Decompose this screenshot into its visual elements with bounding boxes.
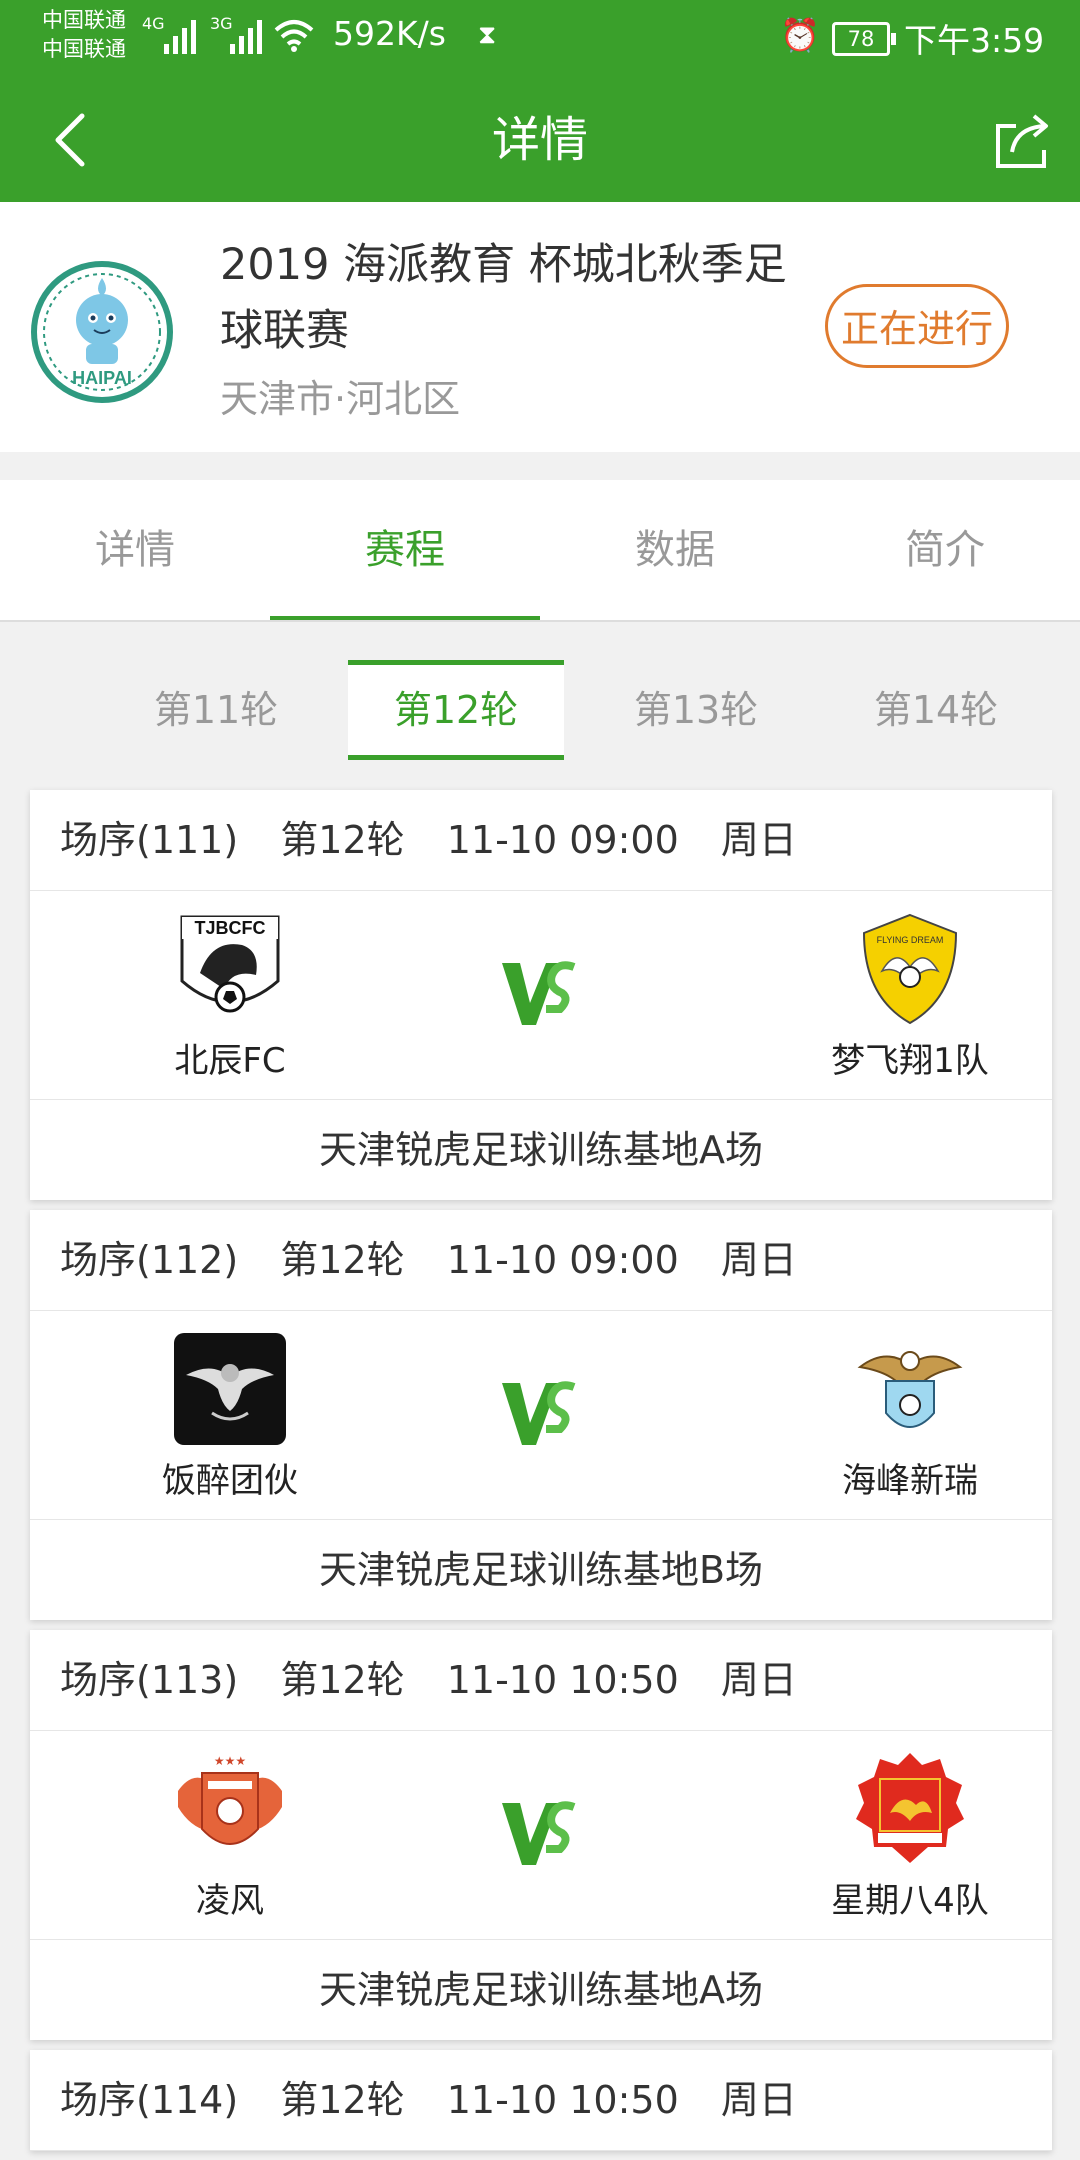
svg-text:★★★: ★★★ — [214, 1754, 246, 1768]
network-type-1: 4G — [142, 14, 165, 33]
carrier-labels: 中国联通 中国联通 — [42, 6, 126, 64]
home-team[interactable]: 饭醉团伙 — [80, 1331, 380, 1502]
team-logo — [857, 1351, 963, 1428]
page-title: 详情 — [491, 112, 588, 168]
carrier-2: 中国联通 — [42, 37, 126, 61]
home-team[interactable]: TJBCFC 北辰FC — [80, 911, 380, 1082]
team-logo — [174, 1333, 286, 1445]
round-tab-12[interactable]: 第12轮 — [348, 660, 564, 760]
tab-intro[interactable]: 简介 — [810, 480, 1080, 620]
league-logo: HAIPAI — [31, 261, 173, 403]
match-round: 第12轮 — [280, 1238, 405, 1282]
away-team[interactable]: 海峰新瑞 — [760, 1331, 1060, 1502]
match-weekday: 周日 — [720, 818, 797, 862]
match-weekday: 周日 — [720, 2078, 797, 2122]
round-tab-13[interactable]: 第13轮 — [588, 660, 804, 760]
match-teams: TJBCFC 北辰FC FLYING DREAM 梦飞翔1队 — [30, 891, 1052, 1100]
wifi-icon — [274, 20, 314, 52]
svg-text:TJBCFC: TJBCFC — [195, 918, 266, 938]
match-round: 第12轮 — [280, 818, 405, 862]
vs-icon — [502, 1801, 576, 1865]
away-team[interactable]: FLYING DREAM 梦飞翔1队 — [760, 911, 1060, 1082]
clock: 下午3:59 — [904, 21, 1045, 60]
match-time: 11-10 09:00 — [446, 1238, 679, 1282]
team-logo: ★★★ — [178, 1754, 282, 1845]
main-tabs: 详情 赛程 数据 简介 — [0, 480, 1080, 622]
home-team-name: 北辰FC — [174, 1041, 286, 1081]
round-tab-11[interactable]: 第11轮 — [108, 660, 324, 760]
league-name: 2019 海派教育 杯城北秋季足球联赛 — [220, 240, 787, 356]
match-card[interactable]: 场序(112) 第12轮 11-10 09:00 周日 饭醉团伙 海峰新瑞 天津… — [30, 1210, 1052, 1620]
home-team[interactable]: ★★★ 凌风 — [80, 1751, 380, 1922]
match-venue: 天津锐虎足球训练基地B场 — [318, 1548, 764, 1592]
round-tab-14[interactable]: 第14轮 — [828, 660, 1044, 760]
match-header: 场序(113) 第12轮 11-10 10:50 周日 — [30, 1630, 1052, 1731]
away-team[interactable]: 星期八4队 — [760, 1751, 1060, 1922]
match-weekday: 周日 — [720, 1658, 797, 1702]
match-order: 场序(111) — [60, 818, 239, 862]
home-team-name: 凌风 — [196, 1881, 264, 1921]
home-team-name: 饭醉团伙 — [162, 1461, 298, 1501]
match-time: 11-10 10:50 — [446, 2078, 679, 2122]
away-team-name: 梦飞翔1队 — [831, 1041, 989, 1081]
hourglass-icon: ⧗ — [478, 20, 497, 50]
away-team-name: 海峰新瑞 — [842, 1461, 978, 1501]
away-team-name: 星期八4队 — [831, 1881, 989, 1921]
match-venue: 天津锐虎足球训练基地A场 — [319, 1968, 763, 2012]
match-header: 场序(111) 第12轮 11-10 09:00 周日 — [30, 790, 1052, 891]
match-header: 场序(114) 第12轮 11-10 10:50 周日 — [30, 2050, 1052, 2151]
carrier-1: 中国联通 — [42, 8, 126, 32]
round-tabs: 轮 第11轮 第12轮 第13轮 第14轮 — [0, 660, 1080, 760]
signal-icon-2 — [230, 16, 262, 54]
status-button[interactable]: 正在进行 — [825, 284, 1009, 368]
status-bar: 中国联通 中国联通 4G 3G 592K/s ⧗ ⏰ 78 下午3:59 — [0, 0, 1080, 78]
tab-details[interactable]: 详情 — [0, 480, 270, 620]
match-header: 场序(112) 第12轮 11-10 09:00 周日 — [30, 1210, 1052, 1311]
match-teams: 饭醉团伙 海峰新瑞 — [30, 1311, 1052, 1520]
league-location: 天津市·河北区 — [220, 377, 461, 421]
match-card[interactable]: 场序(113) 第12轮 11-10 10:50 周日 ★★★ 凌风 星期八4队… — [30, 1630, 1052, 2040]
match-round: 第12轮 — [280, 2078, 405, 2122]
battery-icon: 78 — [832, 22, 896, 56]
match-venue: 天津锐虎足球训练基地A场 — [319, 1128, 763, 1172]
match-card[interactable]: 场序(114) 第12轮 11-10 10:50 周日 — [30, 2050, 1052, 2151]
match-teams: ★★★ 凌风 星期八4队 — [30, 1731, 1052, 1940]
round-tab-10[interactable]: 轮 — [0, 660, 16, 760]
vs-icon — [502, 961, 576, 1025]
vs-icon — [502, 1381, 576, 1445]
battery-level: 78 — [847, 27, 875, 51]
svg-text:FLYING DREAM: FLYING DREAM — [877, 935, 944, 945]
signal-icon — [164, 16, 196, 54]
match-order: 场序(114) — [60, 2078, 239, 2122]
match-order: 场序(112) — [60, 1238, 239, 1282]
team-logo: TJBCFC — [180, 915, 280, 1013]
tab-schedule[interactable]: 赛程 — [270, 480, 540, 620]
match-round: 第12轮 — [280, 1658, 405, 1702]
match-time: 11-10 09:00 — [446, 818, 679, 862]
team-logo — [856, 1753, 964, 1863]
match-card[interactable]: 场序(111) 第12轮 11-10 09:00 周日 TJBCFC 北辰FC … — [30, 790, 1052, 1200]
match-time: 11-10 10:50 — [446, 1658, 679, 1702]
share-button[interactable] — [990, 108, 1056, 174]
tab-data[interactable]: 数据 — [540, 480, 810, 620]
league-header: HAIPAI 2019 海派教育 杯城北秋季足球联赛 天津市·河北区 正在进行 — [0, 202, 1080, 452]
svg-text:HAIPAI: HAIPAI — [72, 368, 132, 388]
network-speed: 592K/s — [333, 14, 446, 53]
alarm-icon: ⏰ — [780, 16, 820, 54]
app-bar: 详情 — [0, 78, 1080, 202]
team-logo: FLYING DREAM — [862, 913, 958, 1025]
match-order: 场序(113) — [60, 1658, 239, 1702]
match-weekday: 周日 — [720, 1238, 797, 1282]
